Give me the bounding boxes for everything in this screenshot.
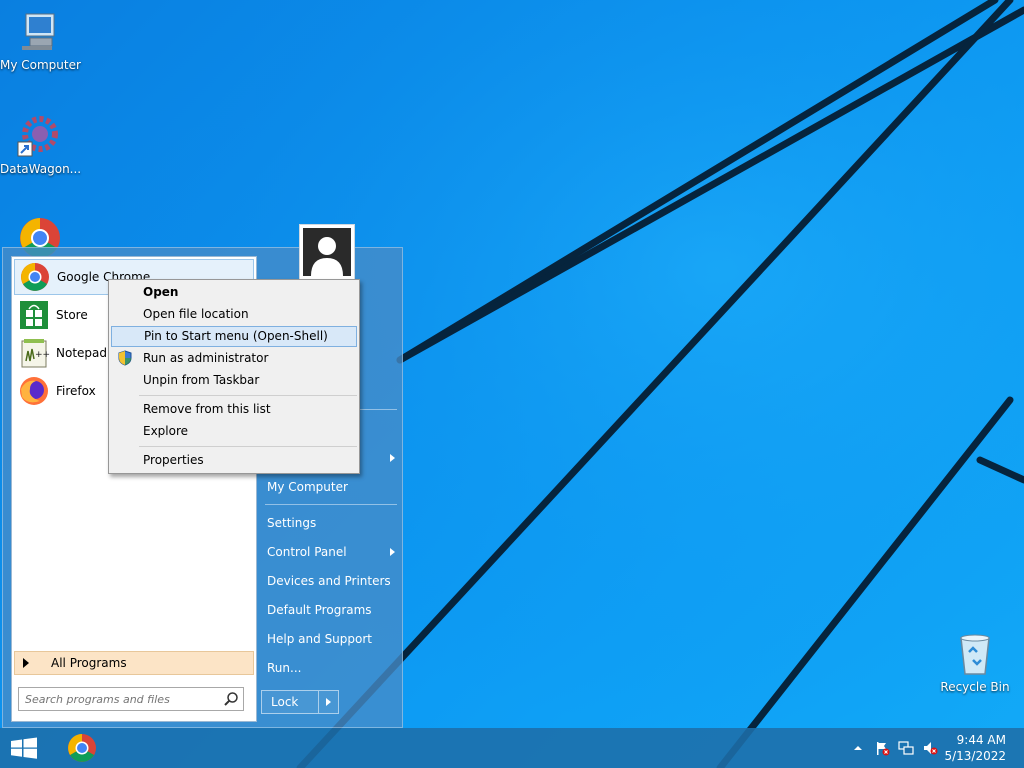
- submenu-arrow-icon: [390, 454, 395, 462]
- taskbar-clock[interactable]: 9:44 AM 5/13/2022: [916, 732, 1006, 764]
- start-item-run[interactable]: Run...: [265, 655, 399, 681]
- start-item-devices-printers[interactable]: Devices and Printers: [265, 568, 399, 594]
- menu-item-open[interactable]: Open: [111, 282, 357, 303]
- program-label: Store: [56, 308, 88, 322]
- separator: [139, 446, 357, 447]
- all-programs-button[interactable]: All Programs: [14, 651, 254, 675]
- menu-item-remove-from-list[interactable]: Remove from this list: [111, 399, 357, 420]
- separator: [265, 504, 397, 505]
- lock-split-divider: [318, 691, 319, 713]
- start-item-my-computer[interactable]: My Computer: [265, 474, 399, 500]
- menu-item-open-file-location[interactable]: Open file location: [111, 304, 357, 325]
- user-silhouette-icon: [303, 228, 351, 276]
- menu-item-properties[interactable]: Properties: [111, 450, 357, 471]
- desktop-icon-my-computer[interactable]: My Computer: [0, 8, 81, 72]
- network-icon[interactable]: [898, 740, 914, 756]
- chevron-up-icon[interactable]: [850, 740, 866, 756]
- search-input[interactable]: [19, 688, 219, 710]
- menu-item-unpin-from-taskbar[interactable]: Unpin from Taskbar: [111, 370, 357, 391]
- program-label: Firefox: [56, 384, 96, 398]
- taskbar-chrome-button[interactable]: [58, 728, 106, 768]
- gear-shortcut-icon: [16, 112, 64, 160]
- menu-item-run-as-administrator[interactable]: Run as administrator: [111, 348, 357, 369]
- separator: [139, 395, 357, 396]
- lock-options-arrow-icon[interactable]: [326, 698, 331, 706]
- chrome-icon: [68, 734, 96, 762]
- start-item-settings[interactable]: Settings: [265, 510, 399, 536]
- expand-arrow-icon: [23, 658, 29, 668]
- uac-shield-icon: [118, 350, 132, 366]
- menu-item-explore[interactable]: Explore: [111, 421, 357, 442]
- all-programs-label: All Programs: [51, 656, 127, 670]
- start-search-box[interactable]: [18, 687, 244, 711]
- start-item-help-support[interactable]: Help and Support: [265, 626, 399, 652]
- submenu-arrow-icon: [390, 548, 395, 556]
- start-item-control-panel[interactable]: Control Panel: [265, 539, 399, 565]
- chrome-icon: [19, 261, 51, 293]
- notepad-plus-plus-icon: ++: [18, 337, 50, 369]
- menu-item-pin-to-start[interactable]: Pin to Start menu (Open-Shell): [111, 326, 357, 347]
- context-menu: Open Open file location Pin to Start men…: [108, 279, 360, 474]
- clock-time: 9:44 AM: [956, 733, 1006, 747]
- clock-date: 5/13/2022: [944, 749, 1006, 763]
- recycle-bin-icon: [951, 630, 999, 678]
- firefox-icon: [18, 375, 50, 407]
- windows-logo-icon: [11, 737, 37, 759]
- control-panel-label: Control Panel: [267, 545, 347, 559]
- desktop-icon-datawagon[interactable]: DataWagon...: [0, 112, 81, 176]
- start-item-default-programs[interactable]: Default Programs: [265, 597, 399, 623]
- store-icon: [18, 299, 50, 331]
- action-center-flag-icon[interactable]: [874, 740, 890, 756]
- search-icon[interactable]: [223, 691, 239, 707]
- computer-icon: [16, 8, 64, 56]
- taskbar: 9:44 AM 5/13/2022: [0, 728, 1024, 768]
- start-button[interactable]: [0, 728, 48, 768]
- user-avatar[interactable]: [299, 224, 355, 280]
- lock-button[interactable]: Lock: [261, 690, 339, 714]
- desktop-icon-recycle-bin[interactable]: Recycle Bin: [935, 630, 1015, 694]
- lock-label: Lock: [271, 695, 299, 709]
- svg-text:++: ++: [35, 350, 50, 360]
- run-as-admin-label: Run as administrator: [143, 351, 269, 365]
